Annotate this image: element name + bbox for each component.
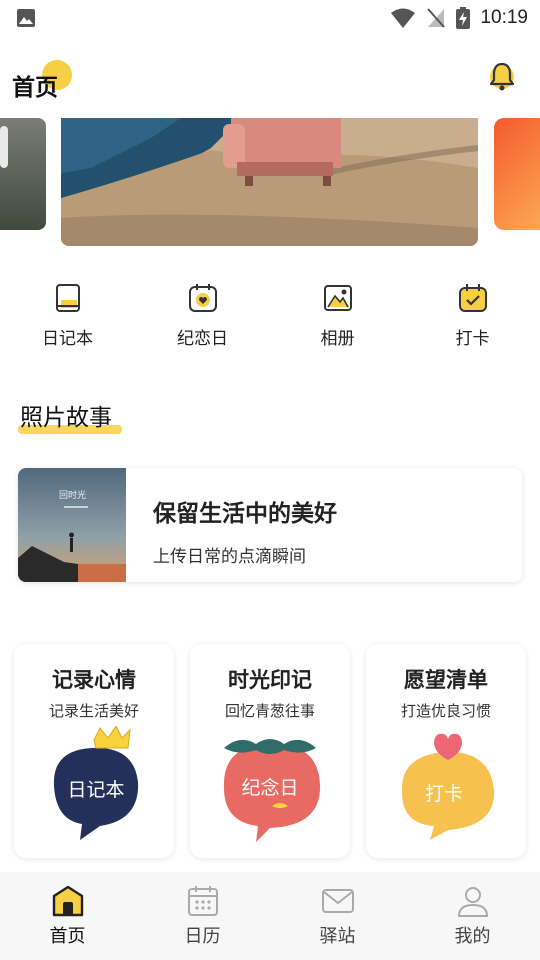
quick-item-anniversary[interactable]: 纪恋日 bbox=[135, 282, 270, 362]
story-thumb-title: 回时光 bbox=[59, 489, 86, 501]
quick-label-album: 相册 bbox=[320, 329, 355, 349]
quick-item-diary[interactable]: 日记本 bbox=[0, 282, 135, 362]
card-badge-text: 打卡 bbox=[425, 783, 463, 805]
tab-label: 首页 bbox=[49, 926, 86, 947]
card-diary[interactable]: 记录心情 记录生活美好 日记本 bbox=[14, 644, 174, 858]
story-thumbnail: 回时光 bbox=[18, 468, 126, 582]
calendar-icon bbox=[187, 886, 218, 916]
story-subtitle: 上传日常的点滴瞬间 bbox=[153, 547, 306, 567]
banner-image bbox=[61, 118, 478, 246]
banner-slide-current[interactable] bbox=[61, 118, 478, 246]
tab-station[interactable]: 驿站 bbox=[270, 872, 405, 960]
checkin-icon bbox=[458, 284, 487, 312]
card-title: 愿望清单 bbox=[404, 668, 488, 692]
gallery-icon bbox=[17, 9, 35, 27]
status-bar: 10:19 bbox=[0, 0, 540, 36]
tab-profile[interactable]: 我的 bbox=[405, 872, 540, 960]
quick-item-album[interactable]: 相册 bbox=[270, 282, 405, 362]
bottom-tab-bar: 首页 日历 驿站 我的 bbox=[0, 872, 540, 960]
bell-icon[interactable] bbox=[486, 60, 518, 94]
battery-charging-icon bbox=[456, 7, 471, 29]
card-subtitle: 打造优良习惯 bbox=[400, 702, 491, 720]
app-header: 首页 bbox=[0, 56, 540, 106]
tab-label: 驿站 bbox=[319, 926, 356, 947]
card-badge-text: 日记本 bbox=[67, 779, 124, 801]
status-time: 10:19 bbox=[480, 7, 528, 28]
anniversary-badge-illustration: 纪念日 bbox=[223, 739, 321, 842]
diary-icon bbox=[55, 284, 80, 312]
banner-carousel[interactable] bbox=[0, 118, 540, 248]
photo-story-card[interactable]: 回时光 保留生活中的美好 上传日常的点滴瞬间 bbox=[18, 468, 522, 582]
album-icon bbox=[323, 285, 352, 311]
section-title-text: 照片故事 bbox=[20, 405, 112, 431]
banner-slide-prev[interactable] bbox=[0, 118, 46, 230]
card-subtitle: 回忆青葱往事 bbox=[224, 702, 315, 720]
slide-edge bbox=[0, 126, 8, 168]
card-checkin[interactable]: 愿望清单 打造优良习惯 打卡 bbox=[366, 644, 526, 858]
card-badge-text: 纪念日 bbox=[241, 776, 298, 799]
quick-item-checkin[interactable]: 打卡 bbox=[405, 282, 540, 362]
home-icon bbox=[52, 885, 83, 917]
banner-slide-next[interactable] bbox=[494, 118, 540, 230]
card-title: 记录心情 bbox=[52, 668, 136, 692]
tab-home[interactable]: 首页 bbox=[0, 872, 135, 960]
card-anniversary[interactable]: 时光印记 回忆青葱往事 纪念日 bbox=[190, 644, 350, 858]
tab-calendar[interactable]: 日历 bbox=[135, 872, 270, 960]
tab-label: 日历 bbox=[184, 926, 221, 947]
story-title: 保留生活中的美好 bbox=[153, 501, 337, 527]
card-title: 时光印记 bbox=[228, 668, 312, 692]
no-signal-icon bbox=[427, 8, 446, 28]
card-subtitle: 记录生活美好 bbox=[48, 702, 139, 720]
quick-label-diary: 日记本 bbox=[42, 329, 93, 349]
feature-cards: 记录心情 记录生活美好 日记本 时光印记 回忆青葱往事 纪念日 愿望清单 打造优… bbox=[14, 644, 526, 860]
page-title: 首页 bbox=[12, 75, 58, 101]
mail-icon bbox=[321, 889, 354, 913]
anniversary-icon bbox=[188, 284, 217, 312]
quick-label-anniversary: 纪恋日 bbox=[177, 329, 228, 349]
wifi-icon bbox=[391, 8, 416, 28]
quick-label-checkin: 打卡 bbox=[455, 329, 490, 349]
diary-badge-illustration: 日记本 bbox=[53, 726, 139, 840]
tab-label: 我的 bbox=[454, 926, 491, 947]
profile-icon bbox=[457, 887, 488, 917]
checkin-badge-illustration: 打卡 bbox=[401, 733, 495, 840]
section-title: 照片故事 bbox=[18, 398, 122, 434]
quick-actions: 日记本 纪恋日 相册 打卡 bbox=[0, 282, 540, 362]
